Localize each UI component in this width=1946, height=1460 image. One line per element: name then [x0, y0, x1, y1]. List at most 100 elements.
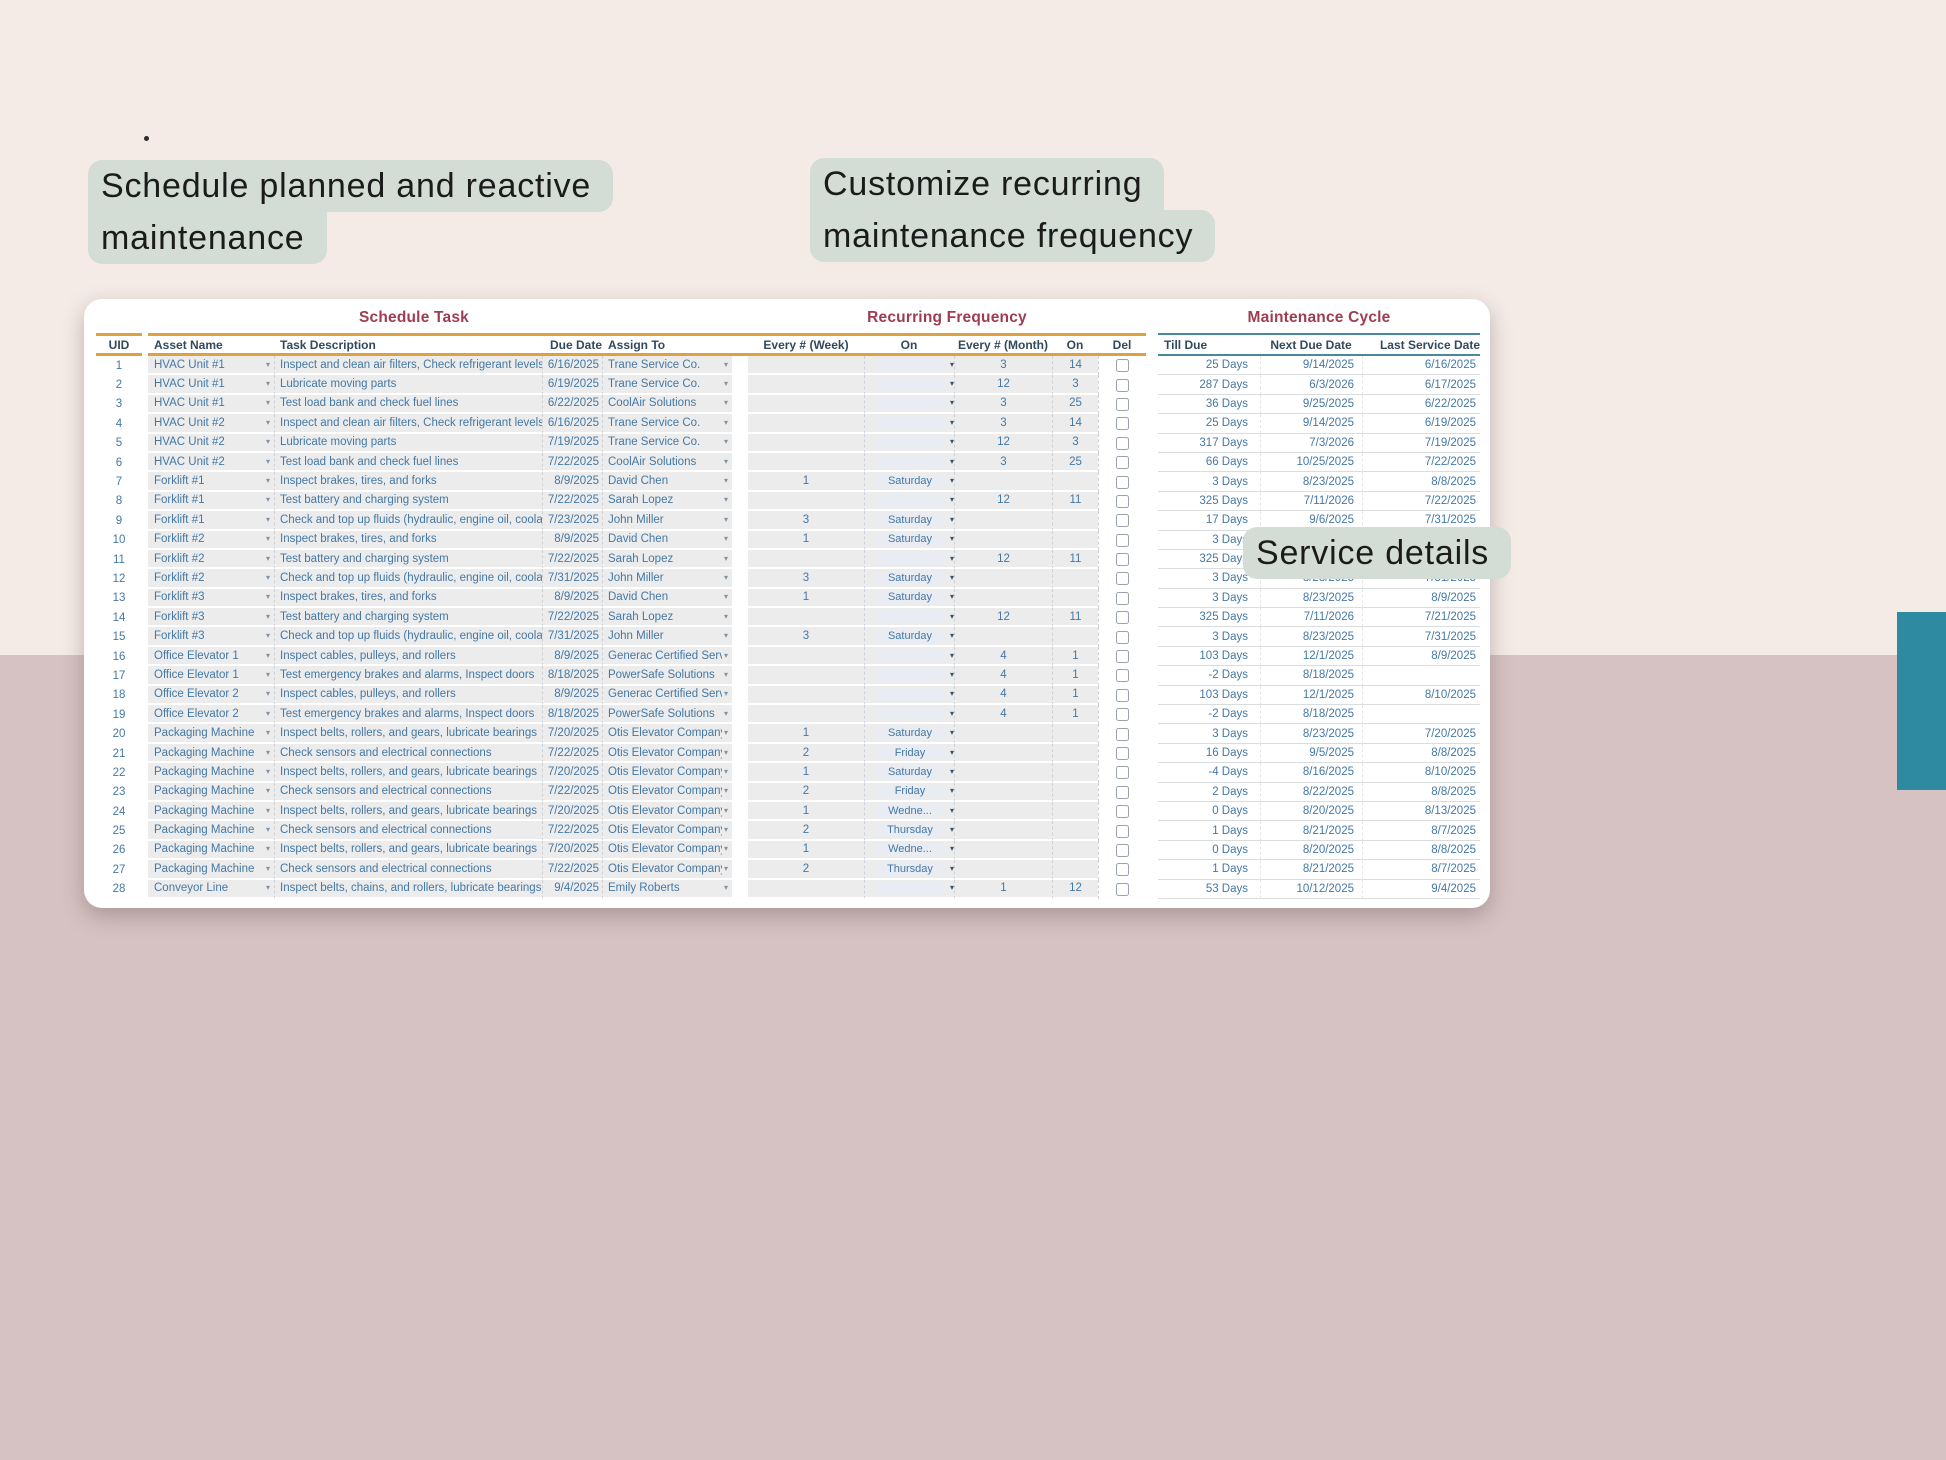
task-description-cell[interactable]: Inspect belts, rollers, and gears, lubri… — [274, 802, 542, 821]
delete-checkbox[interactable] — [1116, 883, 1129, 896]
delete-checkbox[interactable] — [1116, 728, 1129, 741]
week-every-cell[interactable]: 3 — [748, 627, 864, 646]
week-every-cell[interactable]: 2 — [748, 860, 864, 879]
assign-to-cell[interactable]: Otis Elevator Company▾ — [602, 724, 732, 743]
month-every-cell[interactable] — [954, 841, 1052, 860]
month-every-cell[interactable]: 4 — [954, 666, 1052, 685]
asset-name-cell[interactable]: Forklift #1▾ — [148, 511, 274, 530]
delete-checkbox[interactable] — [1116, 766, 1129, 779]
asset-name-cell[interactable]: Packaging Machine▾ — [148, 783, 274, 802]
delete-checkbox[interactable] — [1116, 805, 1129, 818]
due-date-cell[interactable]: 7/22/2025 — [542, 608, 602, 627]
assign-to-cell[interactable]: Otis Elevator Company▾ — [602, 744, 732, 763]
week-on-cell[interactable]: Saturday▾ — [864, 589, 954, 608]
month-on-cell[interactable]: 1 — [1052, 647, 1098, 666]
week-every-cell[interactable] — [748, 666, 864, 685]
month-on-cell[interactable] — [1052, 744, 1098, 763]
chevron-down-icon[interactable]: ▾ — [264, 690, 274, 698]
month-on-cell[interactable]: 11 — [1052, 492, 1098, 511]
task-description-cell[interactable]: Check sensors and electrical connections — [274, 821, 542, 840]
uid-cell[interactable]: 1 — [96, 356, 142, 375]
chevron-down-icon[interactable]: ▾ — [264, 438, 274, 446]
week-on-select[interactable] — [875, 649, 945, 662]
task-description-cell[interactable]: Test battery and charging system — [274, 550, 542, 569]
uid-cell[interactable]: 6 — [96, 453, 142, 472]
month-every-cell[interactable]: 3 — [954, 356, 1052, 375]
asset-name-cell[interactable]: Packaging Machine▾ — [148, 802, 274, 821]
week-every-cell[interactable] — [748, 414, 864, 433]
week-on-select[interactable] — [875, 378, 945, 391]
month-every-cell[interactable]: 12 — [954, 434, 1052, 453]
asset-name-cell[interactable]: Office Elevator 2▾ — [148, 705, 274, 724]
asset-name-cell[interactable]: HVAC Unit #1▾ — [148, 375, 274, 394]
week-on-cell[interactable]: ▾ — [864, 550, 954, 569]
delete-checkbox[interactable] — [1116, 553, 1129, 566]
week-on-cell[interactable]: ▾ — [864, 647, 954, 666]
month-every-cell[interactable] — [954, 724, 1052, 743]
week-on-select[interactable] — [875, 610, 945, 623]
assign-to-cell[interactable]: David Chen▾ — [602, 472, 732, 491]
month-on-cell[interactable]: 11 — [1052, 550, 1098, 569]
delete-checkbox[interactable] — [1116, 398, 1129, 411]
due-date-cell[interactable]: 6/22/2025 — [542, 395, 602, 414]
month-every-cell[interactable]: 1 — [954, 880, 1052, 899]
chevron-down-icon[interactable]: ▾ — [722, 690, 732, 698]
month-every-cell[interactable] — [954, 763, 1052, 782]
week-every-cell[interactable]: 3 — [748, 511, 864, 530]
due-date-cell[interactable]: 7/31/2025 — [542, 569, 602, 588]
month-every-cell[interactable]: 3 — [954, 453, 1052, 472]
week-on-select[interactable] — [875, 552, 945, 565]
month-on-cell[interactable] — [1052, 860, 1098, 879]
assign-to-cell[interactable]: Otis Elevator Company▾ — [602, 821, 732, 840]
chevron-down-icon[interactable]: ▾ — [722, 710, 732, 718]
week-every-cell[interactable]: 2 — [748, 821, 864, 840]
task-description-cell[interactable]: Test load bank and check fuel lines — [274, 395, 542, 414]
assign-to-cell[interactable]: Sarah Lopez▾ — [602, 608, 732, 627]
assign-to-cell[interactable]: Trane Service Co.▾ — [602, 356, 732, 375]
chevron-down-icon[interactable]: ▾ — [722, 768, 732, 776]
delete-checkbox[interactable] — [1116, 456, 1129, 469]
uid-cell[interactable]: 9 — [96, 511, 142, 530]
delete-checkbox[interactable] — [1116, 747, 1129, 760]
assign-to-cell[interactable]: Sarah Lopez▾ — [602, 550, 732, 569]
chevron-down-icon[interactable]: ▾ — [722, 399, 732, 407]
delete-checkbox[interactable] — [1116, 514, 1129, 527]
due-date-cell[interactable]: 7/22/2025 — [542, 550, 602, 569]
assign-to-cell[interactable]: Otis Elevator Company▾ — [602, 860, 732, 879]
task-description-cell[interactable]: Check sensors and electrical connections — [274, 744, 542, 763]
uid-cell[interactable]: 13 — [96, 589, 142, 608]
uid-cell[interactable]: 12 — [96, 569, 142, 588]
chevron-down-icon[interactable]: ▾ — [722, 845, 732, 853]
week-on-cell[interactable]: ▾ — [864, 705, 954, 724]
task-description-cell[interactable]: Lubricate moving parts — [274, 434, 542, 453]
week-on-cell[interactable]: ▾ — [864, 492, 954, 511]
chevron-down-icon[interactable]: ▾ — [264, 419, 274, 427]
uid-cell[interactable]: 27 — [96, 860, 142, 879]
uid-cell[interactable]: 21 — [96, 744, 142, 763]
week-on-select[interactable]: Saturday — [875, 571, 945, 584]
chevron-down-icon[interactable]: ▾ — [264, 496, 274, 504]
month-on-cell[interactable] — [1052, 531, 1098, 550]
assign-to-cell[interactable]: CoolAir Solutions▾ — [602, 453, 732, 472]
due-date-cell[interactable]: 7/20/2025 — [542, 763, 602, 782]
week-on-cell[interactable]: Saturday▾ — [864, 763, 954, 782]
week-every-cell[interactable]: 3 — [748, 569, 864, 588]
delete-checkbox[interactable] — [1116, 359, 1129, 372]
week-on-select[interactable] — [875, 358, 945, 371]
chevron-down-icon[interactable]: ▾ — [722, 884, 732, 892]
asset-name-cell[interactable]: Office Elevator 1▾ — [148, 666, 274, 685]
week-on-cell[interactable]: Saturday▾ — [864, 511, 954, 530]
uid-cell[interactable]: 7 — [96, 472, 142, 491]
week-every-cell[interactable] — [748, 880, 864, 899]
assign-to-cell[interactable]: David Chen▾ — [602, 531, 732, 550]
week-every-cell[interactable] — [748, 608, 864, 627]
delete-checkbox[interactable] — [1116, 708, 1129, 721]
month-on-cell[interactable] — [1052, 724, 1098, 743]
chevron-down-icon[interactable]: ▾ — [722, 555, 732, 563]
due-date-cell[interactable]: 9/4/2025 — [542, 880, 602, 899]
delete-checkbox[interactable] — [1116, 437, 1129, 450]
month-every-cell[interactable]: 3 — [954, 414, 1052, 433]
month-every-cell[interactable]: 12 — [954, 550, 1052, 569]
delete-checkbox[interactable] — [1116, 534, 1129, 547]
week-every-cell[interactable] — [748, 647, 864, 666]
